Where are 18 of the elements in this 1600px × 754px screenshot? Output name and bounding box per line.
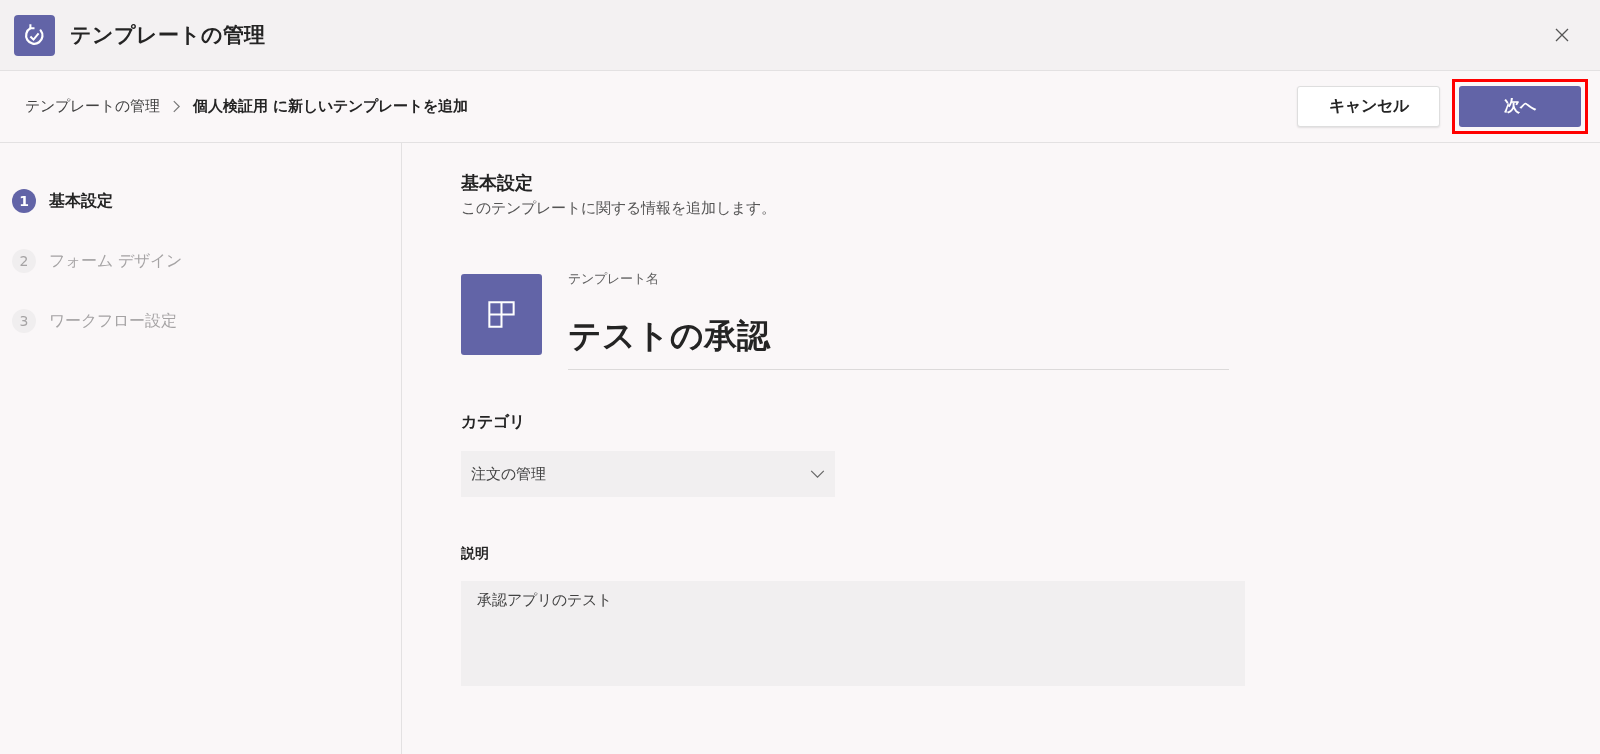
section-subtitle: このテンプレートに関する情報を追加します。 (461, 199, 777, 218)
window-title: テンプレートの管理 (70, 22, 265, 49)
description-field[interactable]: 承認アプリのテスト (461, 581, 1245, 686)
next-button[interactable]: 次へ (1459, 86, 1581, 127)
section-title: 基本設定 (461, 171, 534, 195)
template-name-field[interactable]: テンプレート名 テストの承認 (568, 270, 1229, 370)
breadcrumb-item[interactable]: テンプレートの管理 (25, 97, 160, 116)
breadcrumb-item: 個人検証用 に新しいテンプレートを追加 (193, 97, 469, 116)
step-item[interactable]: 1 基本設定 (0, 171, 401, 231)
app-logo-icon (14, 14, 55, 56)
description-label: 説明 (461, 545, 490, 563)
category-dropdown[interactable]: 注文の管理 (461, 451, 835, 497)
chevron-right-icon (172, 99, 181, 114)
template-icon[interactable] (461, 274, 542, 355)
category-label: カテゴリ (461, 412, 526, 433)
close-icon[interactable] (1554, 27, 1570, 43)
chevron-down-icon (810, 469, 825, 479)
cancel-button[interactable]: キャンセル (1297, 86, 1440, 127)
